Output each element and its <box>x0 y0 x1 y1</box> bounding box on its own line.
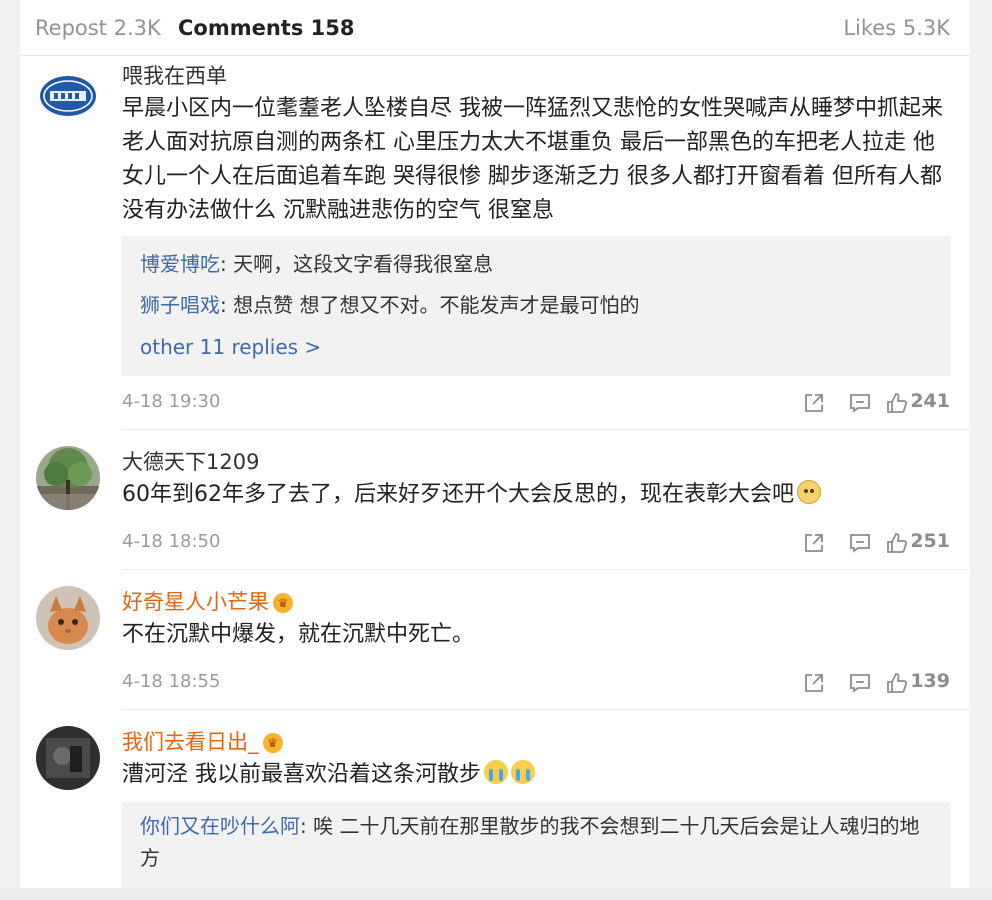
crying-emoji-icon <box>484 760 508 784</box>
reply-text: : 想点赞 想了想又不对。不能发声才是最可怕的 <box>220 293 640 317</box>
reply-preview-box[interactable]: 你们又在吵什么阿: 唉 二十几天前在那里散步的我不会想到二十几天后会是让人魂归的… <box>122 802 950 900</box>
comment-meta: 4-18 18:50 251 <box>122 529 950 559</box>
reply-author[interactable]: 狮子唱戏 <box>140 293 220 317</box>
comment-item: 好奇星人小芒果 ♛ 不在沉默中爆发，就在沉默中死亡。 4-18 18:55 139 <box>20 570 970 710</box>
tab-comments[interactable]: Comments 158 <box>178 14 354 42</box>
comment-text-content: 漕河泾 我以前最喜欢沿着这条河散步 <box>122 762 481 787</box>
like-count: 241 <box>910 390 950 412</box>
tab-repost[interactable]: Repost 2.3K <box>35 14 161 42</box>
reply-line: 你们又在吵什么阿: 唉 二十几天前在那里散步的我不会想到二十几天后会是让人魂归的… <box>140 810 936 874</box>
comment-item: 喂我在西单 早晨小区内一位耄耋老人坠楼自尽 我被一阵猛烈又悲怆的女性哭喊声从睡梦… <box>20 56 970 430</box>
tab-bar: Repost 2.3K Comments 158 Likes 5.3K <box>20 0 970 56</box>
reply-preview-box[interactable]: 博爱博吃: 天啊，这段文字看得我很窒息 狮子唱戏: 想点赞 想了想又不对。不能发… <box>122 236 950 376</box>
timestamp: 4-18 18:55 <box>122 671 221 692</box>
username[interactable]: 好奇星人小芒果 ♛ <box>122 588 293 616</box>
share-icon[interactable] <box>803 392 825 414</box>
like-count: 139 <box>910 670 950 692</box>
comment-meta: 4-18 18:55 139 <box>122 669 950 699</box>
reply-line: 狮子唱戏: 想点赞 想了想又不对。不能发声才是最可怕的 <box>140 290 936 320</box>
crying-emoji-icon <box>511 760 535 784</box>
dark-photo-avatar <box>36 726 100 790</box>
sebs-logo-avatar <box>36 64 100 128</box>
comment-item: 我们去看日出_ ♛ 漕河泾 我以前最喜欢沿着这条河散步 你们又在吵什么阿: 唉 二… <box>20 710 970 900</box>
thumbs-up-icon[interactable] <box>886 392 908 414</box>
avatar[interactable] <box>36 446 100 510</box>
share-icon[interactable] <box>803 672 825 694</box>
comment-meta: 4-18 19:30 241 <box>122 389 950 419</box>
comment-icon[interactable] <box>849 392 871 414</box>
username-text[interactable]: 我们去看日出_ <box>122 730 259 754</box>
bottom-strip <box>0 888 992 900</box>
comment-item: 大德天下1209 60年到62年多了去了，后来好歹还开个大会反思的，现在表彰大会… <box>20 430 970 570</box>
reply-author[interactable]: 博爱博吃 <box>140 252 220 276</box>
reply-line: 博爱博吃: 天啊，这段文字看得我很窒息 <box>140 249 936 279</box>
vip-badge-icon: ♛ <box>262 733 283 753</box>
doge-emoji-icon <box>797 480 821 504</box>
tree-photo-avatar <box>36 446 100 510</box>
username[interactable]: 大德天下1209 <box>122 448 259 476</box>
reply-text: : 天啊，这段文字看得我很窒息 <box>220 252 494 276</box>
comment-text: 60年到62年多了去了，后来好歹还开个大会反思的，现在表彰大会吧 <box>122 478 952 512</box>
timestamp: 4-18 18:50 <box>122 531 221 552</box>
vip-badge-icon: ♛ <box>273 593 293 613</box>
username[interactable]: 喂我在西单 <box>122 62 227 90</box>
username-text[interactable]: 好奇星人小芒果 <box>122 590 269 614</box>
kitten-photo-avatar <box>36 586 100 650</box>
reply-author[interactable]: 你们又在吵什么阿 <box>140 814 300 838</box>
share-icon[interactable] <box>803 532 825 554</box>
username[interactable]: 我们去看日出_ ♛ <box>122 728 283 756</box>
thumbs-up-icon[interactable] <box>886 672 908 694</box>
comment-text: 漕河泾 我以前最喜欢沿着这条河散步 <box>122 758 952 792</box>
timestamp: 4-18 19:30 <box>122 391 221 412</box>
comment-icon[interactable] <box>849 532 871 554</box>
like-count: 251 <box>910 530 950 552</box>
comment-text: 不在沉默中爆发，就在沉默中死亡。 <box>122 622 475 647</box>
avatar[interactable] <box>36 726 100 790</box>
avatar[interactable] <box>36 586 100 650</box>
comment-text: 早晨小区内一位耄耋老人坠楼自尽 我被一阵猛烈又悲怆的女性哭喊声从睡梦中抓起来 老… <box>122 96 943 223</box>
thumbs-up-icon[interactable] <box>886 532 908 554</box>
tab-likes[interactable]: Likes 5.3K <box>843 14 950 42</box>
comment-icon[interactable] <box>849 672 871 694</box>
comment-text-content: 60年到62年多了去了，后来好歹还开个大会反思的，现在表彰大会吧 <box>122 482 794 507</box>
avatar[interactable] <box>36 64 100 128</box>
comments-panel: Repost 2.3K Comments 158 Likes 5.3K 喂我在西… <box>20 0 970 900</box>
more-replies-link[interactable]: other 11 replies > <box>140 332 936 362</box>
